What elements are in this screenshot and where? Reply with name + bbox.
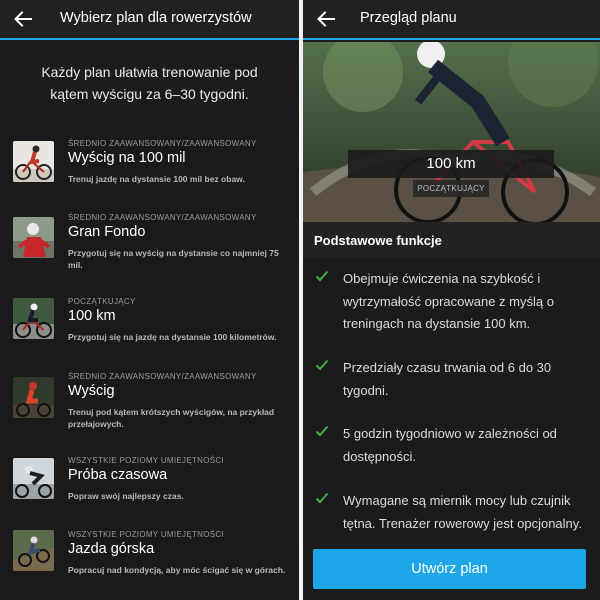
plan-description: Trenuj pod kątem krótszych wyścigów, na … [68,407,275,429]
plan-name: Gran Fondo [68,224,146,240]
feature-text: Wymagane są miernik mocy lub czujnik tęt… [343,493,582,531]
plan-thumbnail [13,141,54,182]
check-icon [315,359,329,371]
plan-thumbnail [13,298,54,339]
plan-level: WSZYSTKIE POZIOMY UMIEJĘTNOŚCI [68,456,224,465]
plan-item-mountain[interactable]: WSZYSTKIE POZIOMY UMIEJĘTNOŚCI Jazda gór… [0,530,299,590]
plan-name: 100 km [68,308,116,324]
plan-thumbnail [13,530,54,571]
plan-level: WSZYSTKIE POZIOMY UMIEJĘTNOŚCI [68,530,224,539]
plan-item-race[interactable]: ŚREDNIO ZAAWANSOWANY/ZAAWANSOWANY Wyścig… [0,372,299,436]
feature-text: Przedziały czasu trwania od 6 do 30 tygo… [343,360,552,398]
plan-level: ŚREDNIO ZAAWANSOWANY/ZAAWANSOWANY [68,213,257,222]
features-list: Obejmuje ćwiczenia na szybkość i wytrzym… [303,258,600,540]
back-button[interactable] [12,8,34,30]
plan-description: Popracuj nad kondycją, aby móc ścigać si… [68,565,286,575]
plan-thumbnail [13,377,54,418]
hero-level-badge: POCZĄTKUJĄCY [413,180,489,197]
page-title: Przegląd planu [360,10,457,26]
page-title: Wybierz plan dla rowerzystów [60,10,252,26]
plan-name: Jazda górska [68,541,155,557]
arrow-left-icon [317,11,335,27]
check-icon [315,425,329,437]
arrow-left-icon [14,11,32,27]
plan-level: ŚREDNIO ZAAWANSOWANY/ZAAWANSOWANY [68,372,257,381]
top-bar: Przegląd planu [303,0,600,40]
plan-thumbnail [13,458,54,499]
plan-description: Trenuj jazdę na dystansie 100 mil bez ob… [68,174,245,184]
hero-image: 100 km POCZĄTKUJĄCY [303,42,600,222]
intro-text: Każdy plan ułatwia trenowanie pod kątem … [0,42,299,122]
plan-item-time-trial[interactable]: WSZYSTKIE POZIOMY UMIEJĘTNOŚCI Próba cza… [0,456,299,512]
plan-list: ŚREDNIO ZAAWANSOWANY/ZAAWANSOWANY Wyścig… [0,122,299,600]
plan-item-100-mile[interactable]: ŚREDNIO ZAAWANSOWANY/ZAAWANSOWANY Wyścig… [0,139,299,199]
check-icon [315,270,329,282]
plan-level: ŚREDNIO ZAAWANSOWANY/ZAAWANSOWANY [68,139,257,148]
plan-overview-screen: Przegląd planu 100 km POCZĄTKUJĄCY Podst… [303,0,600,600]
plan-description: Przygotuj się na wyścig na dystansie co … [68,248,279,270]
plan-name: Próba czasowa [68,467,168,483]
features-title: Podstawowe funkcje [303,222,600,258]
plan-name: Wyścig na 100 mil [68,150,186,166]
plan-thumbnail [13,217,54,258]
plan-description: Popraw swój najlepszy czas. [68,491,184,501]
plan-level: POCZĄTKUJĄCY [68,297,136,306]
create-plan-button[interactable]: Utwórz plan [313,549,586,589]
choose-plan-screen: Wybierz plan dla rowerzystów Każdy plan … [0,0,299,600]
feature-text: 5 godzin tygodniowo w zależności od dost… [343,426,557,464]
plan-description: Przygotuj się na jazdę na dystansie 100 … [68,332,277,342]
feature-text: Obejmuje ćwiczenia na szybkość i wytrzym… [343,271,554,331]
plan-item-gran-fondo[interactable]: ŚREDNIO ZAAWANSOWANY/ZAAWANSOWANY Gran F… [0,213,299,277]
plan-name: Wyścig [68,383,115,399]
plan-item-100-km[interactable]: POCZĄTKUJĄCY 100 km Przygotuj się na jaz… [0,297,299,353]
check-icon [315,492,329,504]
back-button[interactable] [315,8,337,30]
hero-distance: 100 km [348,150,554,178]
top-bar: Wybierz plan dla rowerzystów [0,0,299,40]
